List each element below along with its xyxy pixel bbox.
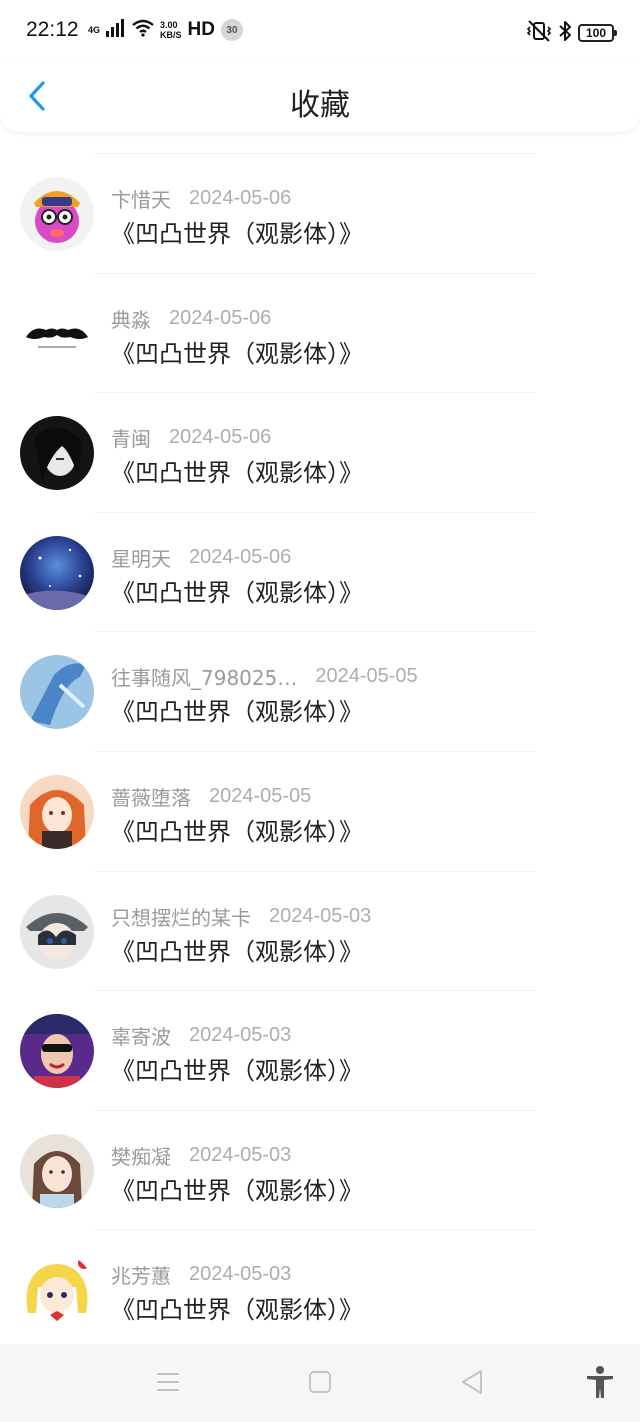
row-meta: 蔷薇堕落 2024-05-05 [111, 782, 311, 811]
date: 2024-05-06 [169, 306, 272, 329]
list-item[interactable]: 星明天 2024-05-06 《凹凸世界（观影体）》 [0, 513, 640, 633]
list-item[interactable]: 卞惜天 2024-05-06 《凹凸世界（观影体）》 [0, 154, 640, 274]
row-meta: 星明天 2024-05-06 [111, 543, 291, 572]
user-name: 青闽 [111, 427, 151, 452]
accessibility-icon [585, 1365, 615, 1403]
user-name: 辜寄波 [111, 1025, 171, 1050]
page-title: 收藏 [290, 88, 350, 123]
home-square-icon [308, 1370, 332, 1398]
story-title: 《凹凸世界（观影体）》 [111, 818, 363, 846]
list-item[interactable]: 往事随风_798025… 2024-05-05 《凹凸世界（观影体）》 [0, 632, 640, 752]
user-name: 樊痴凝 [111, 1144, 171, 1169]
story-title: 《凹凸世界（观影体）》 [111, 698, 363, 727]
menu-button[interactable] [148, 1364, 188, 1404]
back-triangle-icon [460, 1369, 484, 1399]
back-nav-button[interactable] [452, 1364, 492, 1404]
row-meta: 辜寄波 2024-05-03 [111, 1021, 291, 1050]
speed-value: 3.00 [160, 20, 178, 30]
story-title: 《凹凸世界（观影体）》 [111, 1296, 363, 1325]
date: 2024-05-05 [209, 785, 312, 807]
avatar [20, 1253, 94, 1328]
list-item[interactable]: 兆芳蕙 2024-05-03 《凹凸世界（观影体）》 [0, 1230, 640, 1350]
story-title: 《凹凸世界（观影体）》 [111, 459, 363, 488]
story-title: 《凹凸世界（观影体）》 [111, 1057, 363, 1086]
vibrate-off-icon [526, 20, 552, 46]
list-item[interactable]: 典淼 2024-05-06 《凹凸世界（观影体）》 [0, 274, 640, 394]
battery-icon: 100 [578, 24, 617, 42]
story-title: 《凹凸世界（观影体）》 [111, 220, 363, 248]
home-button[interactable] [300, 1364, 340, 1404]
row-meta: 卞惜天 2024-05-06 [111, 184, 291, 213]
signal-icon [106, 19, 126, 41]
date: 2024-05-06 [189, 187, 292, 209]
date: 2024-05-05 [315, 665, 418, 688]
status-bar: 22:12 4G 3.00 KB/S HD 30 100 [0, 0, 640, 64]
row-meta: 往事随风_798025… 2024-05-05 [111, 662, 418, 691]
avatar [20, 535, 94, 610]
bluetooth-icon [558, 20, 572, 46]
user-name: 往事随风_798025… [111, 666, 298, 691]
date: 2024-05-03 [269, 904, 372, 927]
status-time: 22:12 [26, 18, 79, 41]
accessibility-button[interactable] [580, 1364, 620, 1404]
network-speed: 3.00 KB/S [160, 20, 182, 40]
hd-label: HD [187, 19, 215, 40]
date: 2024-05-03 [189, 1143, 292, 1166]
avatar [20, 296, 94, 371]
user-name: 兆芳蕙 [111, 1264, 171, 1289]
row-meta: 只想摆烂的某卡 2024-05-03 [111, 902, 371, 931]
list-item[interactable]: 只想摆烂的某卡 2024-05-03 《凹凸世界（观影体）》 [0, 872, 640, 992]
avatar [20, 177, 94, 251]
list-item[interactable]: 辜寄波 2024-05-03 《凹凸世界（观影体）》 [0, 991, 640, 1111]
avatar [20, 655, 94, 730]
user-name: 蔷薇堕落 [111, 786, 191, 810]
notification-badge: 30 [220, 19, 243, 41]
story-title: 《凹凸世界（观影体）》 [111, 937, 363, 966]
avatar [20, 775, 94, 849]
row-meta: 典淼 2024-05-06 [111, 304, 271, 333]
user-name: 卞惜天 [111, 188, 171, 212]
avatar [20, 1133, 94, 1208]
avatar [20, 1014, 94, 1089]
user-name: 典淼 [111, 307, 151, 332]
row-meta: 樊痴凝 2024-05-03 [111, 1141, 291, 1170]
avatar [20, 894, 94, 969]
avatar [20, 416, 94, 491]
user-name: 星明天 [111, 546, 171, 571]
status-right-icons: 100 [526, 20, 617, 46]
list-item[interactable]: 樊痴凝 2024-05-03 《凹凸世界（观影体）》 [0, 1111, 640, 1231]
date: 2024-05-03 [189, 1024, 292, 1047]
row-meta: 青闽 2024-05-06 [111, 423, 271, 452]
story-title: 《凹凸世界（观影体）》 [111, 1176, 363, 1205]
date: 2024-05-06 [189, 545, 292, 568]
row-meta: 兆芳蕙 2024-05-03 [111, 1260, 291, 1289]
user-name: 只想摆烂的某卡 [111, 905, 251, 930]
menu-icon [155, 1371, 181, 1397]
network-type: 4G [88, 24, 101, 35]
date: 2024-05-06 [169, 426, 272, 449]
story-title: 《凹凸世界（观影体）》 [111, 339, 363, 368]
header: 收藏 [0, 64, 640, 132]
navigation-bar [0, 1344, 640, 1422]
wifi-icon [132, 19, 154, 41]
speed-unit: KB/S [160, 30, 182, 40]
story-title: 《凹凸世界（观影体）》 [111, 578, 363, 607]
status-left-icons: 4G 3.00 KB/S HD 30 [88, 19, 243, 41]
date: 2024-05-03 [189, 1263, 292, 1286]
list-item[interactable]: 蔷薇堕落 2024-05-05 《凹凸世界（观影体）》 [0, 752, 640, 872]
list-item[interactable]: 青闽 2024-05-06 《凹凸世界（观影体）》 [0, 393, 640, 513]
